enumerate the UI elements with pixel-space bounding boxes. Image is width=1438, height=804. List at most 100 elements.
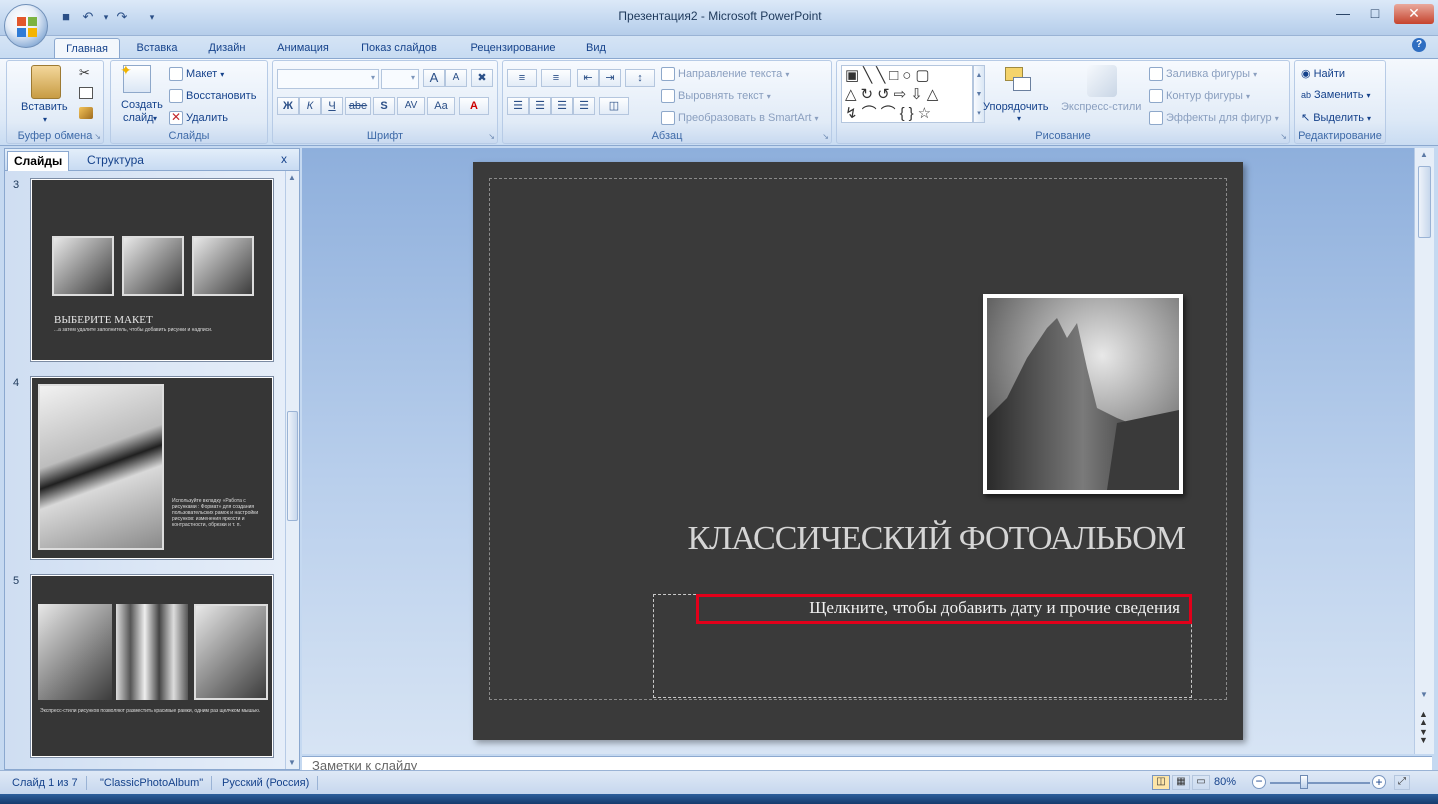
change-case-button[interactable]: Aa	[427, 97, 455, 115]
decrease-indent-button[interactable]: ⇤	[577, 69, 599, 87]
redo-icon[interactable]: ↷	[114, 9, 130, 25]
font-size-combo[interactable]: ▾	[381, 69, 419, 89]
tab-insert[interactable]: Вставка	[128, 38, 186, 58]
reset-button[interactable]: Восстановить	[169, 89, 256, 103]
shape-outline-button[interactable]: Контур фигуры ▾	[1149, 89, 1250, 103]
notes-pane[interactable]: Заметки к слайду	[302, 756, 1432, 770]
shapes-gallery[interactable]: ▣╲╲□○▢ △↻↺⇨⇩△ ↯⌒⌒{}☆	[841, 65, 973, 123]
zoom-slider[interactable]	[1270, 782, 1370, 784]
quick-styles-button[interactable]: Экспресс-стили	[1061, 101, 1141, 113]
underline-button[interactable]: Ч	[321, 97, 343, 115]
tab-home[interactable]: Главная	[54, 38, 120, 58]
slide-thumbnail-4[interactable]: Используйте вкладку «Работа с рисунками …	[30, 376, 274, 560]
zoom-out-icon[interactable]: −	[1252, 775, 1266, 789]
tab-animation[interactable]: Анимация	[268, 38, 338, 58]
help-icon[interactable]: ?	[1412, 38, 1426, 52]
undo-icon[interactable]: ↶	[80, 9, 96, 25]
language-indicator[interactable]: Русский (Россия)	[214, 776, 319, 790]
tab-outline[interactable]: Структура	[81, 151, 150, 171]
shadow-button[interactable]: S	[373, 97, 395, 115]
tab-slides[interactable]: Слайды	[7, 151, 70, 171]
save-icon[interactable]: ■	[58, 9, 74, 25]
close-panel-icon[interactable]: x	[281, 152, 287, 166]
slide-sorter-icon[interactable]: ▦	[1172, 775, 1190, 790]
arrange-icon[interactable]	[1003, 65, 1033, 97]
select-button[interactable]: ↖ Выделить ▾	[1301, 111, 1371, 124]
zoom-level[interactable]: 80%	[1214, 776, 1236, 788]
new-slide-dropdown-icon[interactable]: ▾	[153, 114, 157, 123]
font-color-button[interactable]: A	[459, 97, 489, 115]
tab-design[interactable]: Дизайн	[198, 38, 256, 58]
new-slide-button[interactable]: Создать	[121, 99, 163, 111]
font-name-combo[interactable]: ▾	[277, 69, 379, 89]
numbering-button[interactable]: ≡	[541, 69, 571, 87]
strikethrough-button[interactable]: abe	[345, 97, 371, 115]
arrange-button[interactable]: Упорядочить	[983, 101, 1048, 113]
find-button[interactable]: ◉ Найти	[1301, 67, 1345, 80]
tab-review[interactable]: Рецензирование	[460, 38, 566, 58]
scroll-up-icon[interactable]: ▲	[1420, 150, 1428, 159]
shrink-font-button[interactable]: A	[445, 69, 467, 87]
delete-slide-button[interactable]: ✕ Удалить	[169, 111, 228, 125]
paste-icon[interactable]	[31, 65, 61, 99]
layout-button[interactable]: Макет ▾	[169, 67, 224, 81]
copy-icon[interactable]	[79, 87, 93, 99]
main-scrollbar[interactable]: ▲ ▼ ▲ ▲ ▼ ▼	[1414, 148, 1434, 754]
line-spacing-button[interactable]: ↕	[625, 69, 655, 87]
customize-qat-icon[interactable]: ▾	[144, 9, 160, 25]
align-right-button[interactable]: ☰	[551, 97, 573, 115]
clear-format-icon[interactable]: ✖	[471, 69, 493, 87]
shape-effects-button[interactable]: Эффекты для фигур ▾	[1149, 111, 1279, 125]
cut-icon[interactable]: ✂	[79, 65, 90, 81]
normal-view-icon[interactable]: ◫	[1152, 775, 1170, 790]
paste-button[interactable]: Вставить	[21, 101, 68, 113]
photo-frame[interactable]	[983, 294, 1183, 494]
dialog-launcher-icon[interactable]: ↘	[1280, 132, 1287, 141]
smartart-button[interactable]: Преобразовать в SmartArt ▾	[661, 111, 819, 125]
subtitle-placeholder[interactable]: Щелкните, чтобы добавить дату и прочие с…	[653, 594, 1192, 698]
notes-placeholder[interactable]: Заметки к слайду	[312, 760, 417, 770]
thumbnail-scrollbar[interactable]: ▲ ▼	[285, 171, 299, 769]
justify-button[interactable]: ☰	[573, 97, 595, 115]
scrollbar-thumb[interactable]	[1418, 166, 1431, 238]
italic-button[interactable]: К	[299, 97, 321, 115]
current-slide[interactable]: КЛАССИЧЕСКИЙ ФОТОАЛЬБОМ Щелкните, чтобы …	[473, 162, 1243, 740]
scroll-down-icon[interactable]: ▼	[288, 758, 296, 767]
text-direction-button[interactable]: Направление текста ▾	[661, 67, 789, 81]
align-text-button[interactable]: Выровнять текст ▾	[661, 89, 771, 103]
new-slide-icon[interactable]: ✦	[120, 62, 151, 93]
scroll-up-icon[interactable]: ▲	[288, 173, 296, 182]
undo-dropdown-icon[interactable]: ▾	[98, 9, 114, 25]
grow-font-button[interactable]: A	[423, 69, 445, 87]
zoom-slider-thumb[interactable]	[1300, 775, 1308, 789]
tab-view[interactable]: Вид	[578, 38, 614, 58]
tab-slideshow[interactable]: Показ слайдов	[352, 38, 446, 58]
replace-button[interactable]: ab Заменить ▾	[1301, 89, 1371, 101]
new-slide-button-line2[interactable]: слайд	[123, 112, 154, 124]
office-button[interactable]	[4, 4, 48, 48]
next-slide-icon[interactable]: ▼ ▼	[1419, 728, 1428, 745]
scrollbar-thumb[interactable]	[287, 411, 298, 521]
slide-thumbnail-5[interactable]: Экспресс-стили рисунков позволяют размес…	[30, 574, 274, 758]
zoom-in-icon[interactable]: +	[1372, 775, 1386, 789]
quick-styles-icon[interactable]	[1087, 65, 1117, 97]
char-spacing-button[interactable]: AV	[397, 97, 425, 115]
columns-button[interactable]: ◫	[599, 97, 629, 115]
minimize-icon[interactable]: —	[1328, 4, 1358, 24]
align-left-button[interactable]: ☰	[507, 97, 529, 115]
previous-slide-icon[interactable]: ▲ ▲	[1419, 710, 1428, 727]
slide-title[interactable]: КЛАССИЧЕСКИЙ ФОТОАЛЬБОМ	[489, 520, 1186, 558]
slide-thumbnail-3[interactable]: ВЫБЕРИТЕ МАКЕТ ...а затем удалите заполн…	[30, 178, 274, 362]
bullets-button[interactable]: ≡	[507, 69, 537, 87]
dialog-launcher-icon[interactable]: ↘	[94, 132, 101, 141]
paste-dropdown-icon[interactable]: ▾	[43, 115, 47, 124]
dialog-launcher-icon[interactable]: ↘	[822, 132, 829, 141]
maximize-icon[interactable]: □	[1360, 4, 1390, 24]
slideshow-view-icon[interactable]: ▭	[1192, 775, 1210, 790]
increase-indent-button[interactable]: ⇥	[599, 69, 621, 87]
format-painter-icon[interactable]	[79, 107, 93, 119]
dialog-launcher-icon[interactable]: ↘	[488, 132, 495, 141]
arrange-dropdown-icon[interactable]: ▾	[1017, 114, 1021, 123]
close-icon[interactable]: ✕	[1394, 4, 1434, 24]
subtitle-text[interactable]: Щелкните, чтобы добавить дату и прочие с…	[700, 598, 1188, 618]
